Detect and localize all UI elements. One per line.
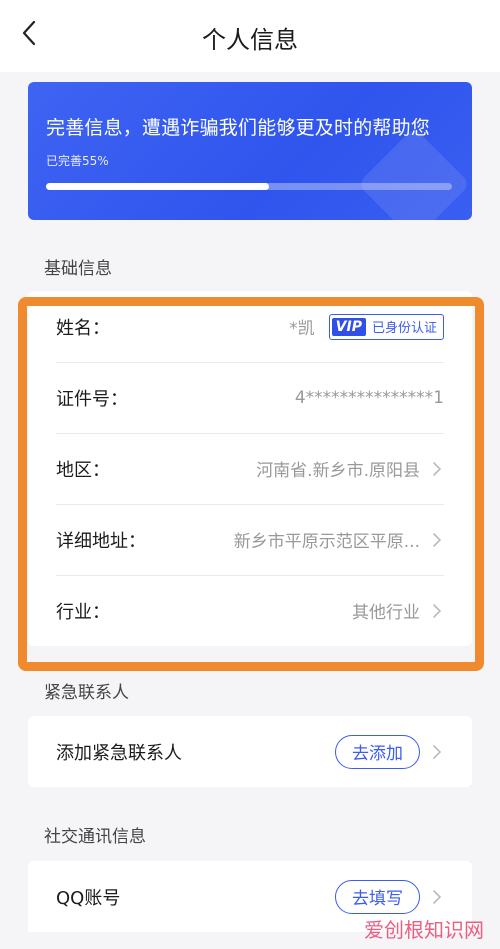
banner-message: 完善信息，遭遇诈骗我们能够更及时的帮助您 <box>46 117 431 139</box>
chevron-right-icon <box>430 602 444 620</box>
vip-icon: VIP <box>331 317 366 336</box>
row-name: 姓名： *凯 VIP 已身份认证 <box>28 291 472 362</box>
fill-qq-button[interactable]: 去填写 <box>335 879 420 914</box>
banner-decoration <box>357 127 471 220</box>
watermark: 爱创根知识网 <box>364 918 484 942</box>
progress-label: 已完善55% <box>46 154 109 168</box>
emergency-card: 添加紧急联系人 去添加 <box>28 716 472 787</box>
progress-bar <box>46 183 452 190</box>
row-label: 姓名： <box>56 317 110 339</box>
chevron-right-icon <box>430 460 444 478</box>
chevron-right-icon <box>430 888 444 906</box>
row-label: 行业： <box>56 601 110 623</box>
row-label: 详细地址： <box>56 530 146 552</box>
address-value: 新乡市平原示范区平原... <box>233 532 420 552</box>
top-bar: 个人信息 <box>0 0 500 72</box>
row-add-emergency-contact[interactable]: 添加紧急联系人 去添加 <box>28 716 472 787</box>
row-label: QQ账号 <box>56 887 121 909</box>
basic-info-card: 姓名： *凯 VIP 已身份认证 证件号： 4***************1 … <box>28 291 472 646</box>
id-number-value: 4***************1 <box>294 387 444 408</box>
completion-banner: 完善信息，遭遇诈骗我们能够更及时的帮助您 已完善55% <box>28 82 472 220</box>
row-region[interactable]: 地区： 河南省.新乡市.原阳县 <box>28 433 472 504</box>
row-label: 添加紧急联系人 <box>56 742 182 764</box>
add-contact-button[interactable]: 去添加 <box>335 734 420 769</box>
section-title-basic: 基础信息 <box>44 259 112 279</box>
name-value: *凯 <box>289 319 315 339</box>
section-title-emergency: 紧急联系人 <box>44 683 129 703</box>
row-id-number: 证件号： 4***************1 <box>28 362 472 433</box>
row-label: 地区： <box>56 459 110 481</box>
page-title: 个人信息 <box>202 26 298 54</box>
row-industry[interactable]: 行业： 其他行业 <box>28 575 472 646</box>
verified-badge: VIP 已身份认证 <box>328 313 444 340</box>
chevron-right-icon <box>430 743 444 761</box>
verified-text: 已身份认证 <box>371 321 437 336</box>
row-address[interactable]: 详细地址： 新乡市平原示范区平原... <box>28 504 472 575</box>
chevron-right-icon <box>430 531 444 549</box>
row-label: 证件号： <box>56 388 128 410</box>
section-title-social: 社交通讯信息 <box>44 827 146 847</box>
progress-fill <box>46 183 270 190</box>
industry-value: 其他行业 <box>352 603 420 623</box>
region-value: 河南省.新乡市.原阳县 <box>256 461 420 481</box>
